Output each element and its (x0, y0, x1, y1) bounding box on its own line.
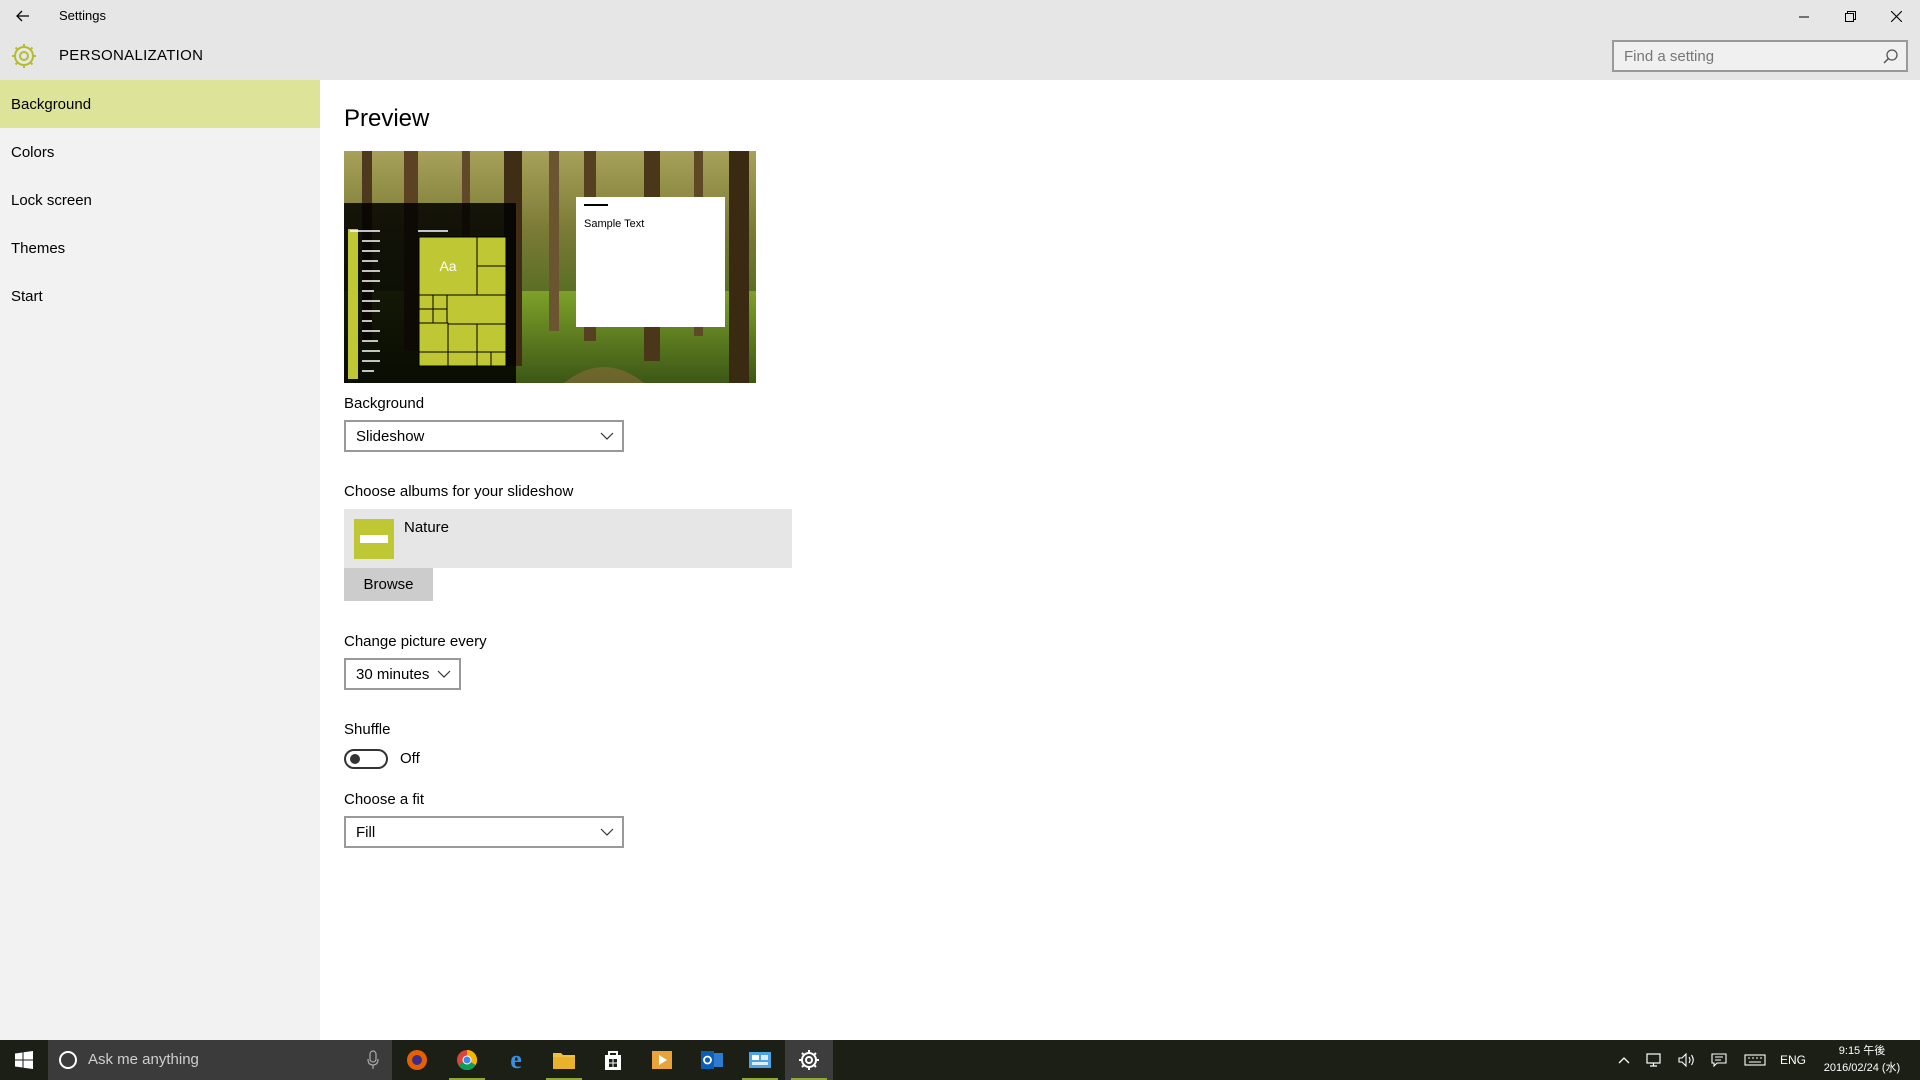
album-item[interactable]: Nature (344, 509, 792, 568)
taskbar-file-explorer[interactable] (540, 1040, 588, 1080)
toggle-knob (350, 754, 360, 764)
sidebar-item-themes[interactable]: Themes (0, 224, 320, 272)
chrome-icon (457, 1049, 478, 1071)
sidebar-item-start[interactable]: Start (0, 272, 320, 320)
shuffle-toggle[interactable] (344, 749, 388, 769)
settings-gear-icon (799, 1050, 819, 1070)
windows-logo-icon (15, 1051, 33, 1069)
sidebar-item-background[interactable]: Background (0, 80, 320, 128)
firefox-icon (407, 1050, 427, 1070)
close-button[interactable] (1873, 0, 1919, 32)
sidebar-item-label: Colors (11, 143, 55, 161)
change-picture-dropdown[interactable]: 30 minutes (344, 658, 461, 690)
preview-tile-label: Aa (439, 258, 456, 274)
search-box[interactable] (1612, 40, 1908, 72)
chevron-down-icon (600, 432, 614, 440)
outlook-icon (701, 1051, 723, 1069)
cortana-icon (59, 1051, 77, 1069)
chevron-down-icon (437, 670, 451, 678)
browse-button-label: Browse (363, 576, 414, 593)
fit-label: Choose a fit (344, 791, 425, 808)
cortana-search[interactable]: Ask me anything (48, 1040, 392, 1080)
language-indicator: ENG (1779, 1053, 1806, 1067)
main-content: Preview Aa Sample Text Background Slides… (320, 80, 1920, 1040)
album-thumbnail-icon (354, 519, 394, 559)
sidebar: Background Colors Lock screen Themes Sta… (0, 80, 320, 1040)
taskbar-store[interactable] (589, 1040, 637, 1080)
sidebar-item-label: Themes (11, 239, 66, 257)
restore-button[interactable] (1827, 0, 1873, 32)
back-arrow-icon (16, 10, 29, 22)
forest-preview-image: Aa Sample Text (344, 151, 756, 383)
fit-dropdown[interactable]: Fill (344, 816, 624, 848)
media-player-icon (652, 1051, 672, 1069)
volume-icon (1678, 1053, 1694, 1067)
microphone-icon[interactable] (366, 1050, 380, 1070)
taskbar-control-panel[interactable] (736, 1040, 784, 1080)
clock-time: 9:15 午後 (1838, 1045, 1886, 1057)
album-name: Nature (404, 519, 450, 536)
taskbar-outlook[interactable] (688, 1040, 736, 1080)
taskbar-media-player[interactable] (638, 1040, 686, 1080)
keyboard-icon (1744, 1054, 1766, 1066)
edge-icon: e (510, 1045, 522, 1074)
system-clock[interactable]: 9:15 午後 2016/02/24 (水) (1812, 1043, 1912, 1077)
chevron-up-icon (1618, 1057, 1630, 1064)
sidebar-item-label: Lock screen (11, 191, 92, 209)
taskbar: Ask me anything e ENG 9:15 午後 2016/02/24… (0, 1040, 1920, 1080)
keyboard-tray[interactable] (1740, 1040, 1770, 1080)
network-tray[interactable] (1642, 1040, 1668, 1080)
minimize-icon (1798, 16, 1809, 17)
restore-icon (1844, 10, 1856, 22)
sidebar-item-colors[interactable]: Colors (0, 128, 320, 176)
app-title: Settings (59, 8, 106, 23)
albums-label: Choose albums for your slideshow (344, 483, 574, 500)
background-dropdown[interactable]: Slideshow (344, 420, 624, 452)
cortana-placeholder: Ask me anything (88, 1051, 199, 1068)
background-label: Background (344, 395, 425, 412)
search-input[interactable] (1614, 42, 1906, 70)
gear-icon (12, 44, 36, 68)
shuffle-state: Off (400, 750, 420, 767)
notification-icon (1711, 1053, 1727, 1067)
input-language[interactable]: ENG (1776, 1040, 1810, 1080)
folder-icon (553, 1053, 575, 1069)
search-icon[interactable] (1882, 48, 1900, 66)
sidebar-item-label: Background (11, 95, 92, 113)
background-dropdown-value: Slideshow (356, 427, 425, 445)
taskbar-chrome[interactable] (443, 1040, 491, 1080)
page-title: PERSONALIZATION (59, 47, 204, 64)
change-picture-label: Change picture every (344, 633, 487, 650)
preview-sample-text: Sample Text (584, 218, 644, 230)
control-panel-icon (749, 1052, 771, 1068)
taskbar-firefox[interactable] (393, 1040, 441, 1080)
taskbar-settings[interactable] (785, 1040, 833, 1080)
title-bar: Settings (0, 0, 1920, 32)
clock-date: 2016/02/24 (水) (1823, 1062, 1901, 1074)
show-hidden-icons-button[interactable] (1612, 1040, 1636, 1080)
fit-dropdown-value: Fill (356, 823, 376, 841)
network-icon (1646, 1053, 1661, 1067)
back-button[interactable] (0, 0, 46, 32)
close-icon (1890, 10, 1902, 22)
preview-heading: Preview (344, 105, 430, 132)
sidebar-item-lock-screen[interactable]: Lock screen (0, 176, 320, 224)
taskbar-edge[interactable]: e (492, 1040, 540, 1080)
chevron-down-icon (600, 828, 614, 836)
minimize-button[interactable] (1781, 0, 1827, 32)
action-center-tray[interactable] (1706, 1040, 1732, 1080)
store-icon (605, 1051, 621, 1070)
browse-button[interactable]: Browse (344, 568, 433, 601)
sidebar-item-label: Start (11, 287, 43, 305)
start-button[interactable] (0, 1040, 48, 1080)
volume-tray[interactable] (1674, 1040, 1700, 1080)
shuffle-label: Shuffle (344, 721, 391, 738)
background-preview: Aa Sample Text (344, 151, 756, 383)
change-picture-value: 30 minutes (356, 665, 430, 683)
settings-header: PERSONALIZATION (0, 32, 1920, 80)
